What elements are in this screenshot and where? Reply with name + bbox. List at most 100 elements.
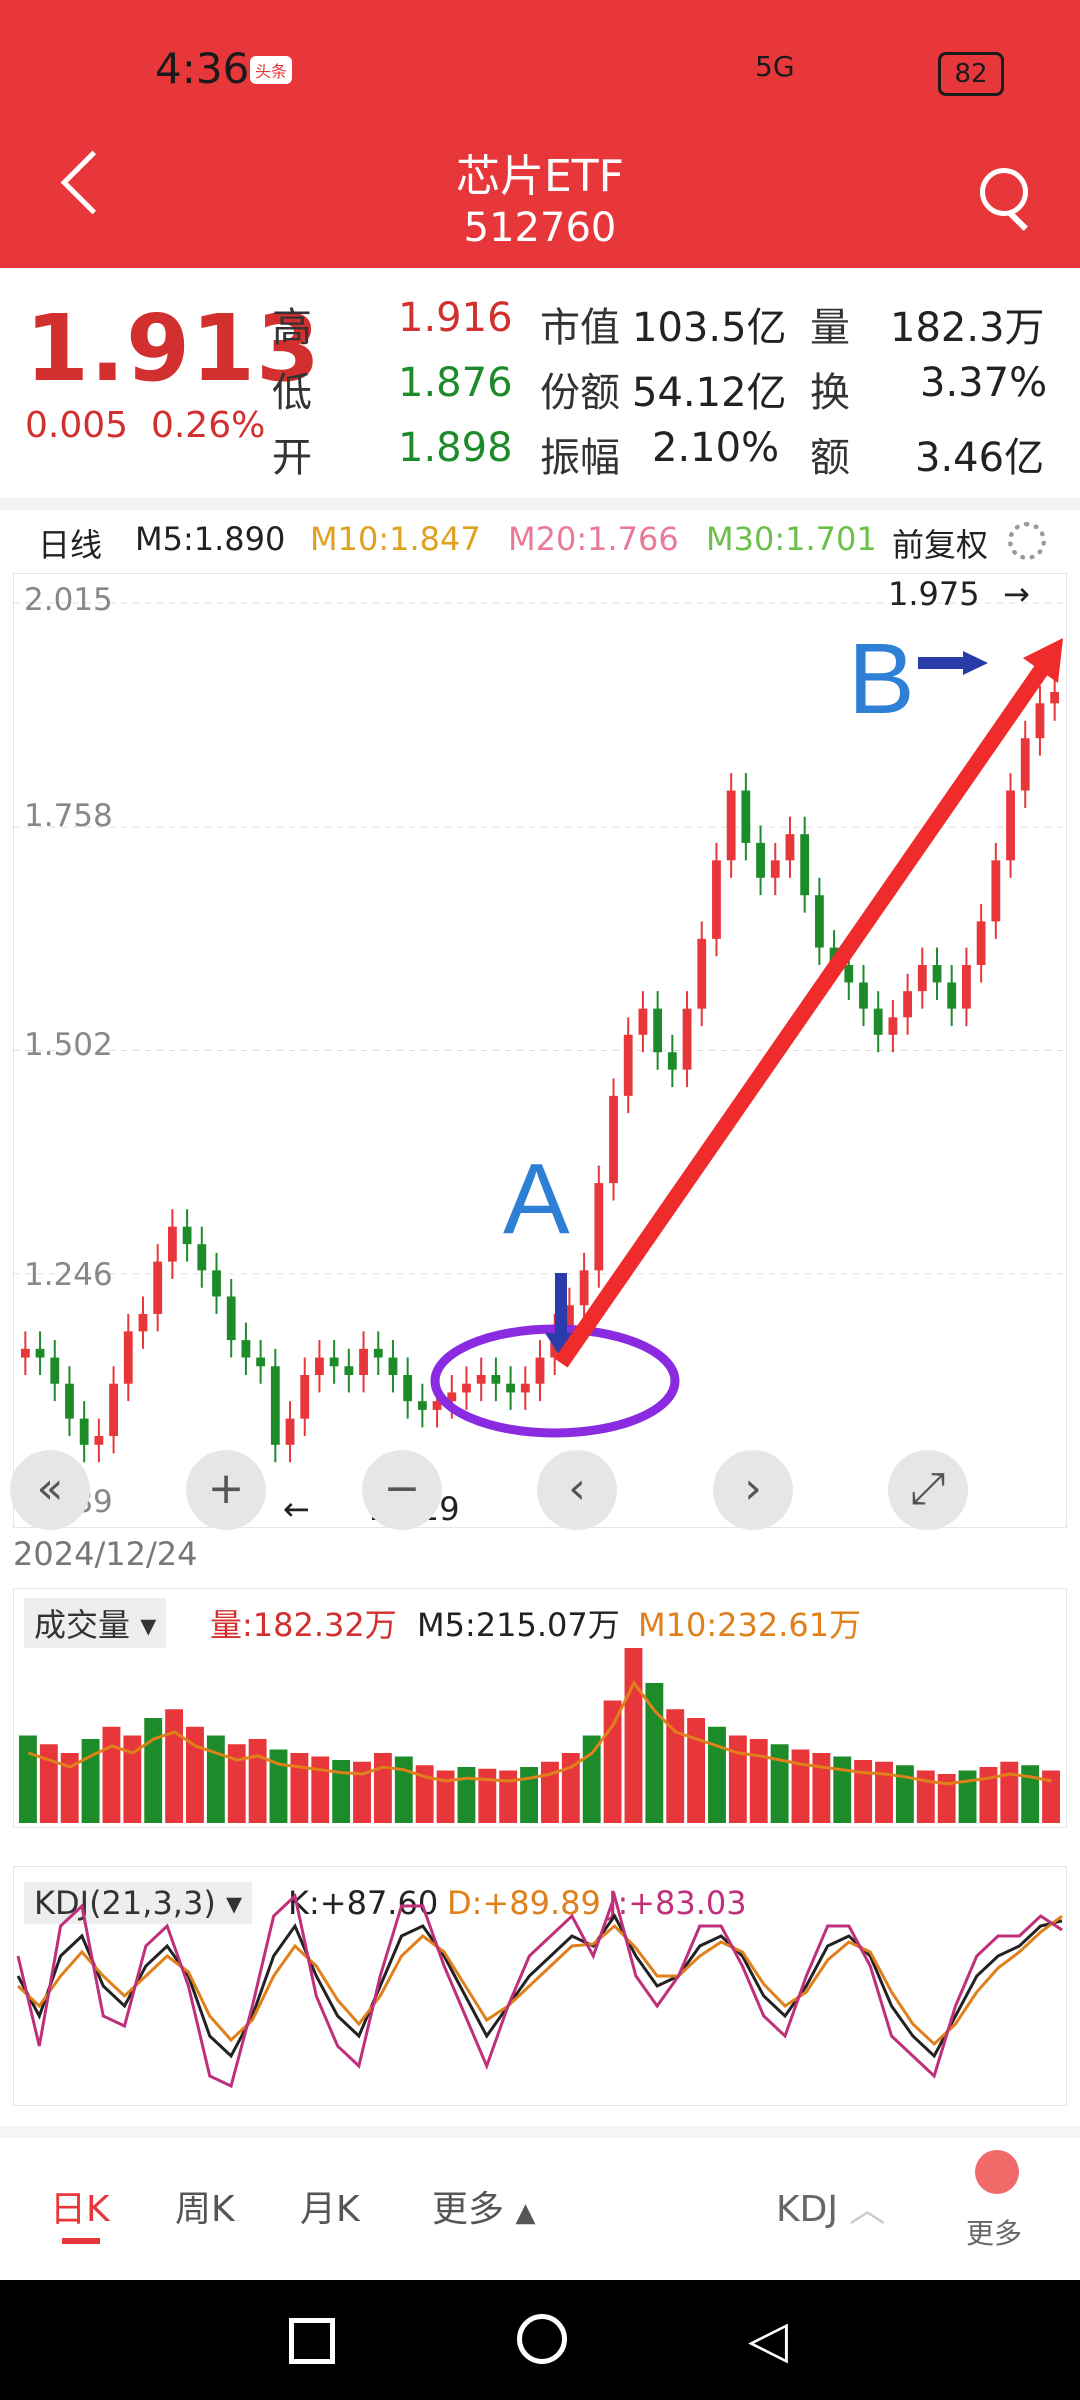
candle-body [506,1383,516,1393]
more-dot-icon[interactable] [975,2150,1019,2194]
candle-body [859,982,868,1009]
candle-body [315,1357,324,1376]
tab-week-k[interactable]: 周K [175,2180,235,2232]
zoom-in-button[interactable]: + [186,1450,266,1530]
gear-icon[interactable] [1008,522,1046,560]
candle-body [800,834,810,896]
volume-bar [937,1774,956,1823]
back-nav-icon[interactable]: ◁ [748,2310,788,2370]
chevron-up-icon: ︿ [849,2189,886,2230]
volume-bar [478,1768,497,1823]
turnover-label: 换 [810,370,850,416]
amp-value: 2.10% [652,425,780,471]
more-label[interactable]: 更多 [966,2212,1022,2252]
shares-label: 份额 [540,370,620,416]
candle-body [712,860,721,939]
volume-bar [373,1753,392,1823]
change-value: 0.005 [25,405,129,446]
scroll-left-fast-button[interactable]: « [10,1450,90,1530]
fullscreen-button[interactable]: ⤢ [888,1450,968,1530]
candle-body [226,1296,236,1341]
candle-body [1006,790,1015,861]
candle-body [623,1034,633,1096]
candle-body [109,1383,118,1437]
vol-label: 量 [810,305,850,351]
candle-body [153,1261,163,1314]
zoom-out-button[interactable]: − [362,1450,442,1530]
ma30-label: M30:1.701 [706,520,877,558]
status-network: 5G [755,50,795,83]
candle-body [344,1366,354,1376]
volume-bar [728,1735,747,1823]
scroll-right-button[interactable]: › [713,1450,793,1530]
tab-day-k[interactable]: 日K [50,2180,110,2232]
volume-bar [206,1735,225,1823]
candle-body [1035,703,1045,739]
tab-indicator-kdj[interactable]: KDJ ︿ [776,2180,885,2232]
high-label: 高 [272,305,312,351]
caret-up-icon: ▲ [515,2198,536,2228]
kdj-lines [16,1890,1063,2089]
tab-more-label: 更多 [432,2189,505,2230]
ma5-label: M5:1.890 [135,520,286,558]
volume-bar [144,1718,163,1823]
candle-body [888,1017,898,1035]
volume-bar [19,1735,37,1823]
volume-bar [248,1739,267,1823]
candle-body [726,790,736,861]
volume-bar [394,1756,413,1823]
turnover-value: 3.37% [920,360,1048,406]
candle-body [932,965,942,983]
volume-bar [833,1756,852,1823]
candle-body [844,965,854,983]
y-tick: 1.246 [24,1257,113,1293]
period-label[interactable]: 日线 [38,520,102,566]
divider [0,498,1080,510]
candle-body [359,1348,368,1376]
recents-icon[interactable] [289,2318,335,2364]
back-icon[interactable] [60,150,125,215]
candle-body [79,1418,89,1445]
candle-body [756,842,765,878]
status-time: 4:36 [155,44,250,93]
candle-body [638,1008,648,1035]
candle-body [373,1348,383,1358]
candle-body [947,982,957,1009]
battery-indicator: 82 [938,52,1004,96]
volume-bar [979,1767,998,1823]
candle-body [903,991,913,1018]
candle-body [991,860,1001,922]
candle-body [785,834,795,861]
volume-bar [102,1726,121,1823]
volume-bar [875,1761,893,1823]
tab-more[interactable]: 更多 ▲ [432,2180,535,2232]
page-title: 芯片ETF [456,151,624,202]
volume-bar [1021,1765,1040,1823]
candle-body [197,1244,207,1271]
candle-body [167,1226,177,1262]
candle-body [256,1357,266,1367]
max-arrow: → [1003,575,1030,613]
low-label: 低 [272,370,312,416]
kdj-line-k [16,1913,1063,2059]
scroll-left-button[interactable]: ‹ [537,1450,617,1530]
adjust-label[interactable]: 前复权 [892,520,988,566]
start-date: 2024/12/24 [13,1535,198,1573]
tab-month-k[interactable]: 月K [300,2180,360,2232]
kline-candles [20,674,1060,1463]
y-tick: 1.758 [24,798,113,834]
volume-bar [457,1767,476,1823]
candle-body [476,1375,486,1384]
candle-body [212,1270,221,1297]
home-icon[interactable] [517,2314,567,2364]
search-icon[interactable] [980,168,1028,216]
candle-body [814,895,824,948]
price-change: 0.005 0.26% [25,405,265,446]
low-value: 1.876 [398,360,513,406]
stock-code: 512760 [463,205,617,251]
ma20-label: M20:1.766 [508,520,679,558]
candle-body [535,1357,545,1384]
tab-indicator [62,2238,100,2244]
candle-body [462,1383,471,1393]
candle-body [741,790,751,843]
